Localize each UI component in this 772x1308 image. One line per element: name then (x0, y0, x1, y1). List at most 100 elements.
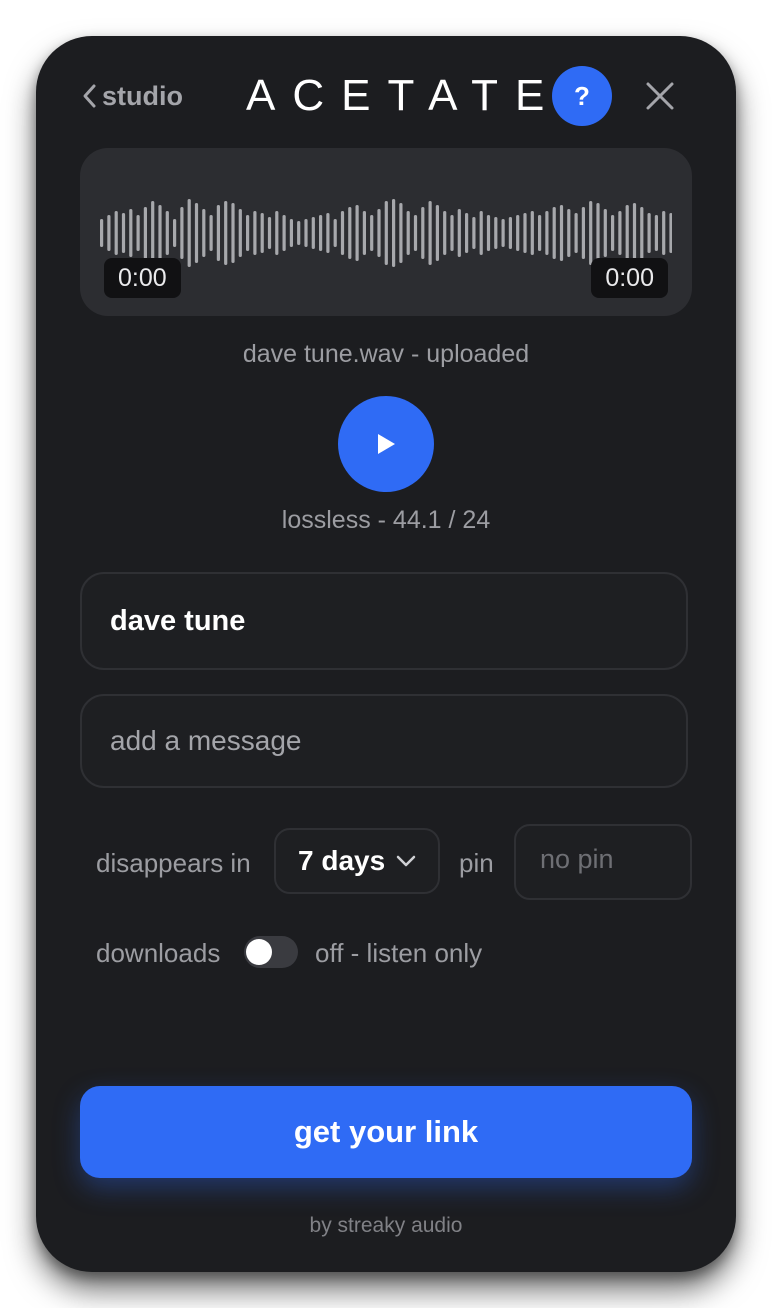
waveform-bar (187, 199, 191, 267)
title-input[interactable]: dave tune (80, 572, 688, 670)
waveform-bar (158, 205, 162, 261)
waveform-card[interactable]: 0:00 0:00 (80, 148, 692, 316)
waveform-bar (457, 209, 461, 257)
waveform-bar (340, 211, 345, 255)
waveform-bar (567, 209, 571, 257)
waveform-bar (443, 211, 447, 255)
message-input[interactable]: add a message (80, 694, 688, 788)
waveform-bar (654, 215, 658, 251)
waveform-bar (472, 217, 476, 249)
downloads-toggle[interactable] (244, 936, 298, 968)
downloads-label: downloads (96, 938, 221, 968)
waveform-bar (581, 207, 585, 259)
waveform-bar (596, 203, 600, 263)
question-icon: ? (574, 80, 590, 111)
waveform-bar (370, 215, 374, 251)
play-button[interactable] (338, 396, 434, 492)
waveform-bar (231, 203, 235, 263)
waveform-bar (640, 207, 644, 259)
waveform-bar (107, 215, 111, 251)
waveform-bar (165, 211, 169, 255)
waveform-bar (574, 213, 578, 253)
waveform-bar (632, 203, 637, 263)
waveform-bar (494, 217, 498, 249)
waveform-bar (362, 211, 366, 255)
waveform-bar (662, 211, 666, 255)
expiry-label: disappears in (96, 848, 251, 878)
help-button[interactable]: ? (552, 66, 612, 126)
waveform-bar (333, 219, 337, 247)
waveform-bar (348, 207, 352, 259)
waveform-bar (421, 207, 425, 259)
file-status: dave tune.wav - uploaded (242, 340, 530, 368)
waveform-bar (319, 215, 323, 251)
waveform-bar (625, 205, 629, 261)
play-icon (378, 434, 395, 454)
waveform-bar (194, 203, 199, 263)
waveform-bar (552, 207, 556, 259)
waveform-bar (523, 213, 527, 253)
waveform-bar (143, 207, 147, 259)
waveform-bar (377, 209, 381, 257)
toggle-knob (246, 939, 272, 965)
waveform-bar (355, 205, 359, 261)
back-label: studio (102, 80, 183, 111)
waveform-bar (129, 209, 133, 257)
waveform-bar (618, 211, 622, 255)
waveform-bar (267, 217, 272, 249)
time-elapsed: 0:00 (104, 258, 181, 298)
downloads-state: off - listen only (315, 938, 483, 968)
close-icon[interactable] (644, 80, 676, 112)
pin-label: pin (459, 848, 494, 878)
waveform-bar (260, 213, 264, 253)
waveform-bar (669, 213, 672, 253)
waveform-bar (406, 211, 410, 255)
waveform-bar (202, 209, 206, 257)
waveform-bar (508, 217, 512, 249)
audio-quality: lossless - 44.1 / 24 (281, 506, 491, 534)
waveform-bar (246, 215, 250, 251)
waveform-bar (100, 219, 104, 247)
waveform-bar (538, 215, 542, 251)
waveform-bar (465, 213, 469, 253)
expiry-value: 7 days (298, 845, 386, 876)
waveform[interactable] (100, 188, 672, 278)
waveform-bar (479, 211, 483, 255)
get-link-button[interactable]: get your link (80, 1086, 692, 1178)
time-total: 0:00 (591, 258, 668, 298)
waveform-bar (530, 211, 534, 255)
waveform-bar (275, 211, 279, 255)
waveform-bar (136, 215, 140, 251)
waveform-bar (501, 219, 505, 247)
waveform-bar (180, 207, 184, 259)
waveform-bar (216, 205, 220, 261)
waveform-bar (173, 219, 177, 247)
waveform-bar (435, 205, 439, 261)
waveform-bar (253, 211, 257, 255)
waveform-bar (282, 215, 286, 251)
waveform-bar (486, 215, 491, 251)
waveform-bar (326, 213, 330, 253)
waveform-bar (559, 205, 564, 261)
waveform-bar (399, 203, 403, 263)
pin-input[interactable]: no pin (514, 824, 692, 900)
waveform-bar (311, 217, 315, 249)
waveform-bar (384, 201, 388, 265)
waveform-bar (114, 211, 118, 255)
waveform-bar (304, 219, 308, 247)
waveform-bar (151, 201, 155, 265)
waveform-bar (545, 211, 549, 255)
chevron-down-icon (396, 855, 416, 867)
footer-credit: by streaky audio (309, 1214, 463, 1237)
back-to-studio-link[interactable]: studio (80, 80, 183, 112)
waveform-bar (392, 199, 396, 267)
waveform-bar (428, 201, 432, 265)
waveform-bar (121, 213, 126, 253)
waveform-bar (611, 215, 615, 251)
waveform-bar (297, 221, 301, 245)
waveform-bar (413, 215, 418, 251)
waveform-bar (238, 209, 242, 257)
expiry-select[interactable]: 7 days (274, 828, 440, 894)
waveform-bar (289, 219, 293, 247)
waveform-bar (209, 215, 213, 251)
